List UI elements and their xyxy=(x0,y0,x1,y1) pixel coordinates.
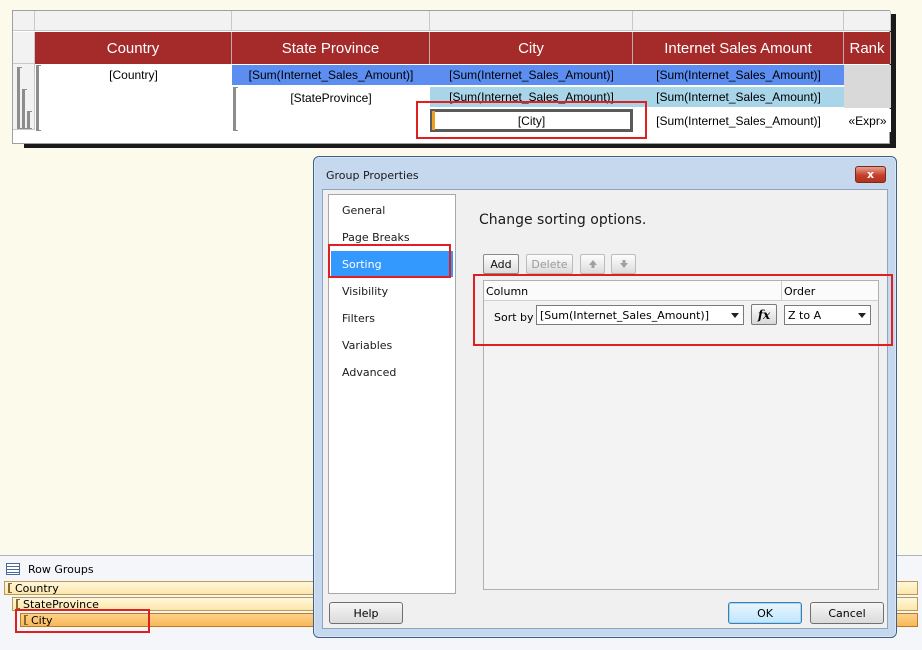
column-handle-city[interactable] xyxy=(430,11,633,31)
ok-button[interactable]: OK xyxy=(728,602,802,624)
help-button[interactable]: Help xyxy=(329,602,403,624)
delete-sort-button[interactable]: Delete xyxy=(526,254,573,274)
row-groups-icon xyxy=(6,563,20,575)
header-state-province[interactable]: State Province xyxy=(232,32,430,64)
report-tablix: Country State Province City Internet Sal… xyxy=(0,0,922,160)
move-down-button[interactable] xyxy=(611,254,636,274)
arrow-up-icon xyxy=(588,260,597,268)
nav-item-visibility[interactable]: Visibility xyxy=(331,278,453,304)
cell-group-bracket-state xyxy=(233,87,238,131)
nav-item-filters[interactable]: Filters xyxy=(331,305,453,331)
group-properties-dialog: Group Properties x General Page Breaks S… xyxy=(313,156,897,638)
group-bracket-city xyxy=(27,111,32,129)
move-up-button[interactable] xyxy=(580,254,605,274)
cell-sum-state-total[interactable]: [Sum(Internet_Sales_Amount)] xyxy=(232,65,430,85)
dialog-title: Group Properties xyxy=(326,169,419,182)
cell-group-bracket-country xyxy=(36,65,41,131)
column-handle-country[interactable] xyxy=(35,11,232,31)
close-icon: x xyxy=(866,168,875,181)
nav-item-variables[interactable]: Variables xyxy=(331,332,453,358)
highlight-city-cell xyxy=(416,101,647,139)
cell-rank-expr[interactable]: «Expr» xyxy=(844,109,891,132)
group-bracket-icon xyxy=(8,583,12,593)
header-city[interactable]: City xyxy=(430,32,633,64)
corner-handle[interactable] xyxy=(13,11,35,31)
cell-state-province[interactable]: [StateProvince] xyxy=(232,87,430,109)
nav-item-advanced[interactable]: Advanced xyxy=(331,359,453,385)
cell-sum-amount-subtotal[interactable]: [Sum(Internet_Sales_Amount)] xyxy=(633,87,844,107)
column-handle-amount[interactable] xyxy=(633,11,844,31)
row-groups-header: Row Groups xyxy=(6,559,94,579)
cell-sum-amount-total[interactable]: [Sum(Internet_Sales_Amount)] xyxy=(633,65,844,85)
highlight-sort-row xyxy=(473,274,893,346)
cell-rank-blank[interactable] xyxy=(844,65,891,108)
column-handle-rank[interactable] xyxy=(844,11,891,31)
header-country[interactable]: Country xyxy=(35,32,232,64)
nav-item-general[interactable]: General xyxy=(331,197,453,223)
column-handle-state[interactable] xyxy=(232,11,430,31)
close-button[interactable]: x xyxy=(855,166,886,183)
sorting-heading: Change sorting options. xyxy=(479,212,647,228)
highlight-sorting-nav xyxy=(328,244,451,278)
cell-country[interactable]: [Country] xyxy=(35,64,232,86)
cell-sum-city-total[interactable]: [Sum(Internet_Sales_Amount)] xyxy=(430,65,633,85)
row-groups-title: Row Groups xyxy=(28,562,94,576)
row-handle-header[interactable] xyxy=(13,32,35,64)
add-sort-button[interactable]: Add xyxy=(483,254,519,274)
header-rank[interactable]: Rank xyxy=(844,32,891,64)
cell-sum-amount-detail[interactable]: [Sum(Internet_Sales_Amount)] xyxy=(633,109,844,132)
arrow-down-icon xyxy=(619,260,628,268)
row-group-label: Country xyxy=(15,581,59,595)
header-internet-sales-amount[interactable]: Internet Sales Amount xyxy=(633,32,844,64)
group-bracket-icon xyxy=(16,599,20,609)
dialog-client-area: General Page Breaks Sorting Visibility F… xyxy=(322,189,893,629)
cancel-button[interactable]: Cancel xyxy=(810,602,884,624)
sorting-pane: Change sorting options. Add Delete Colum… xyxy=(463,194,881,594)
highlight-city-group xyxy=(15,609,150,633)
